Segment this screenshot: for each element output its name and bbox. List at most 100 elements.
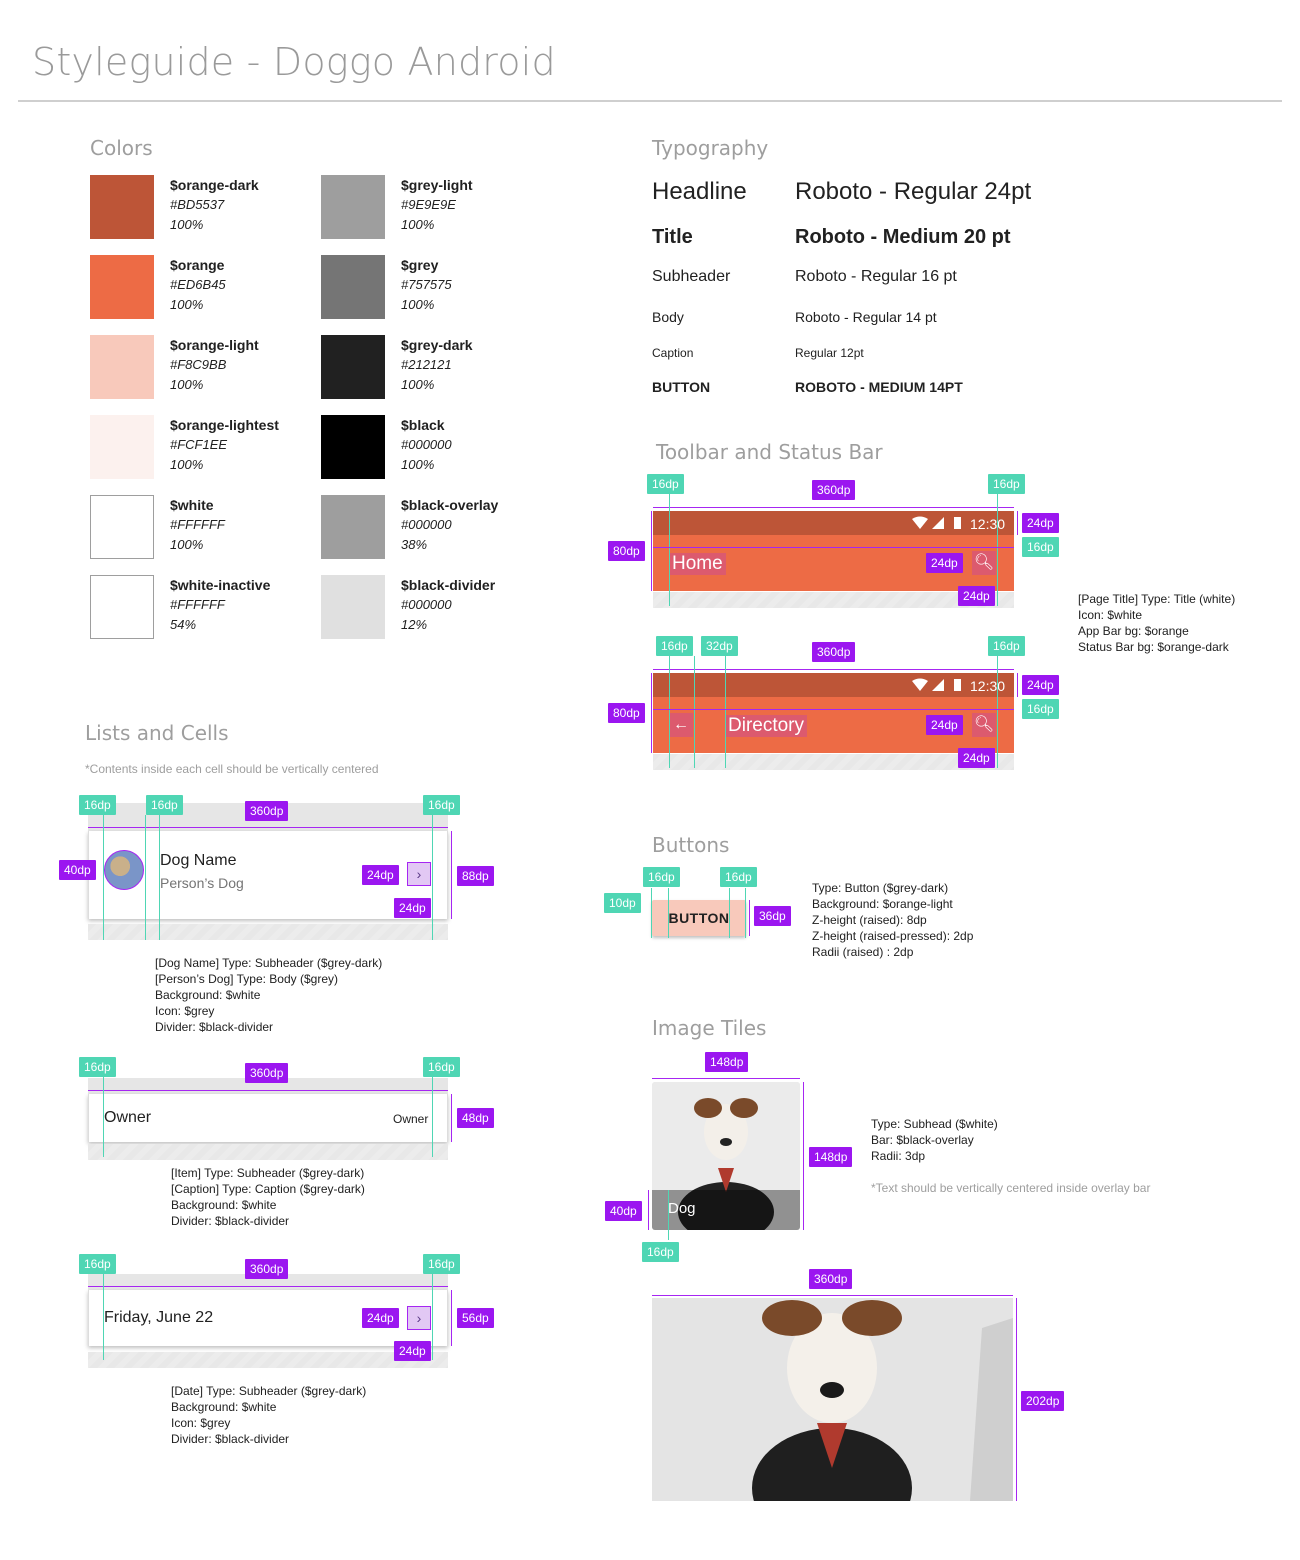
measure-line [653, 507, 1014, 508]
guide-line [997, 494, 998, 606]
color-name: $orange-lightest [170, 417, 279, 433]
dimension-tag: 40dp [59, 860, 96, 880]
image-tile-small[interactable]: Dog [652, 1082, 800, 1230]
dimension-tag: 10dp [604, 893, 641, 913]
guide-line [669, 656, 670, 768]
dimension-tag: 16dp [720, 867, 757, 887]
color-swatch [90, 575, 154, 639]
toolbar-title-directory: Directory [725, 715, 808, 737]
type-value-headline: Roboto - Regular 24pt [795, 178, 1032, 205]
color-hex: #ED6B45 [170, 277, 226, 292]
dog-ear-left [762, 1300, 822, 1336]
guide-line [651, 888, 652, 938]
color-opacity: 12% [401, 617, 428, 632]
type-value-caption: Regular 12pt [795, 346, 864, 360]
tile-label: Dog [668, 1200, 696, 1217]
color-swatch [90, 415, 154, 479]
dimension-tag: 360dp [245, 1259, 289, 1279]
dog-ear-right [842, 1300, 902, 1336]
dimension-tag: 24dp [958, 748, 995, 768]
dimension-tag: 16dp [423, 1254, 460, 1274]
dimension-tag: 16dp [647, 474, 684, 494]
color-hex: #BD5537 [170, 197, 225, 212]
dimension-tag: 202dp [1021, 1391, 1065, 1411]
color-name: $grey-light [401, 177, 473, 193]
sample-button[interactable]: BUTTON [652, 900, 746, 936]
color-opacity: 100% [170, 297, 204, 312]
color-name: $black-overlay [401, 497, 499, 513]
torn-edge [88, 924, 448, 940]
measure-line [88, 1286, 448, 1287]
color-name: $orange [170, 257, 225, 273]
type-label-button: BUTTON [652, 379, 711, 395]
typography-section-title: Typography [652, 136, 769, 160]
color-hex: #F8C9BB [170, 357, 227, 372]
color-swatch [321, 575, 385, 639]
date-item: Friday, June 22 [104, 1309, 214, 1326]
header-divider [18, 100, 1282, 102]
color-hex: #FFFFFF [170, 597, 225, 612]
toolbar-note: [Page Title] Type: Title (white) Icon: $… [1078, 592, 1236, 654]
dimension-tag: 16dp [423, 795, 460, 815]
page-title: Styleguide - Doggo Android [32, 40, 556, 84]
measure-line [648, 1190, 649, 1230]
guide-line [103, 1274, 104, 1360]
type-label-subheader: Subheader [652, 268, 731, 285]
dimension-tag: 32dp [701, 636, 738, 656]
color-swatch [321, 175, 385, 239]
dimension-tag: 24dp [926, 553, 963, 573]
color-opacity: 100% [170, 537, 204, 552]
color-name: $grey-dark [401, 337, 473, 353]
color-swatch [321, 335, 385, 399]
search-icon[interactable]: 🔍︎ [972, 713, 996, 737]
dimension-tag: 24dp [958, 586, 995, 606]
battery-icon [954, 679, 961, 691]
color-swatch [321, 255, 385, 319]
measure-line [1017, 511, 1018, 535]
color-opacity: 100% [170, 457, 204, 472]
measure-line [88, 1090, 448, 1091]
measure-line [653, 669, 1014, 670]
color-opacity: 100% [170, 217, 204, 232]
toolbar-section-title: Toolbar and Status Bar [656, 440, 883, 464]
dimension-tag: 16dp [79, 795, 116, 815]
owner-caption: Owner [393, 1112, 429, 1126]
type-value-subheader: Roboto - Regular 16 pt [795, 268, 957, 285]
dimension-tag: 24dp [362, 1308, 399, 1328]
list-note-1: [Dog Name] Type: Subheader ($grey-dark) … [155, 956, 383, 1034]
color-name: $white [170, 497, 214, 513]
color-name: $orange-dark [170, 177, 259, 193]
dimension-tag: 24dp [926, 715, 963, 735]
status-time: 12:30 [970, 678, 1006, 694]
dog-nose [820, 1382, 844, 1398]
dimension-tag: 360dp [245, 801, 289, 821]
guide-line [103, 1077, 104, 1157]
back-arrow-icon[interactable]: ← [669, 713, 693, 737]
search-icon[interactable]: 🔍︎ [972, 551, 996, 575]
measure-line [1016, 1298, 1017, 1501]
chevron-right-icon[interactable]: › [407, 862, 431, 886]
guide-line [145, 815, 146, 940]
lists-section-title: Lists and Cells [85, 721, 229, 745]
dimension-tag: 16dp [79, 1057, 116, 1077]
dimension-tag: 56dp [457, 1308, 494, 1328]
measure-line [803, 1082, 804, 1230]
image-tile-large[interactable] [652, 1298, 1013, 1501]
battery-icon [954, 517, 961, 529]
list-note-3: [Date] Type: Subheader ($grey-dark) Back… [171, 1384, 367, 1446]
color-hex: #757575 [401, 277, 452, 292]
color-opacity: 38% [401, 537, 428, 552]
color-hex: #000000 [401, 517, 452, 532]
color-opacity: 100% [401, 297, 435, 312]
color-hex: #000000 [401, 437, 452, 452]
measure-line [451, 831, 452, 919]
tiles-section-title: Image Tiles [652, 1016, 767, 1040]
dimension-tag: 80dp [608, 703, 645, 723]
chevron-right-icon[interactable]: › [407, 1306, 431, 1330]
color-hex: #9E9E9E [401, 197, 456, 212]
tile-note: Type: Subhead ($white) Bar: $black-overl… [871, 1117, 998, 1163]
dimension-tag: 16dp [1022, 699, 1059, 719]
color-swatch [90, 175, 154, 239]
guide-line [668, 888, 669, 938]
dimension-tag: 360dp [812, 642, 856, 662]
